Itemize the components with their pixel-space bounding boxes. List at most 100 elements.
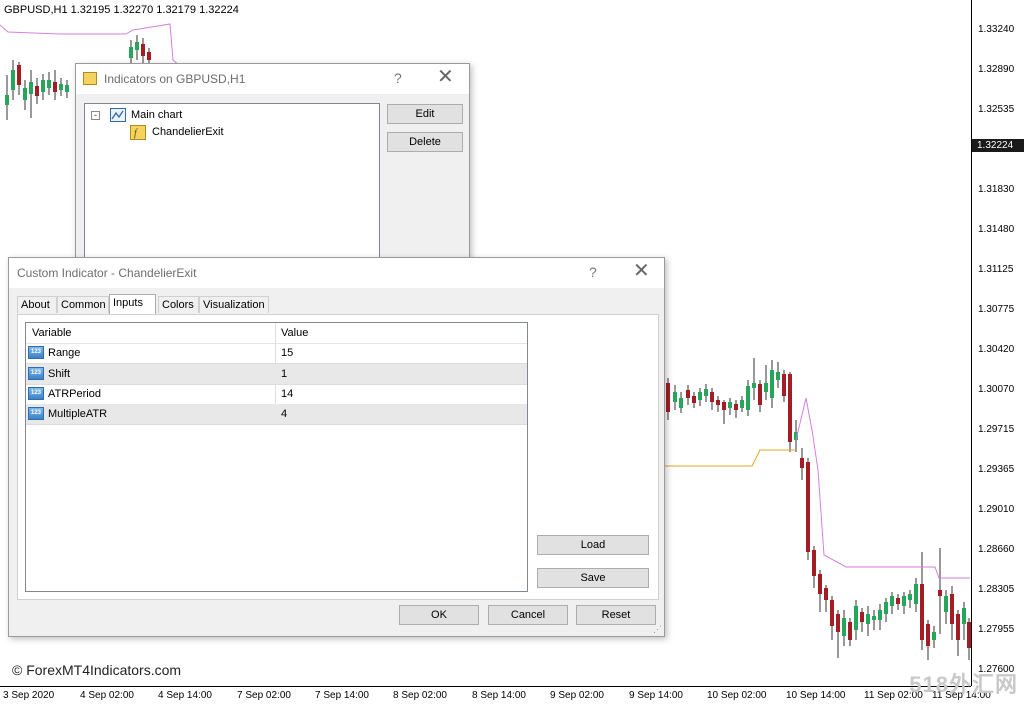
variable-name: Range xyxy=(48,347,81,359)
variable-value[interactable]: 4 xyxy=(281,408,287,420)
main-chart-icon xyxy=(110,108,126,122)
candle-body xyxy=(854,606,858,630)
candle-body xyxy=(824,588,828,600)
close-icon[interactable]: ✕ xyxy=(633,261,650,281)
tab-about[interactable]: About xyxy=(17,296,57,313)
table-row[interactable]: 123 Shift 1 xyxy=(26,364,527,385)
tree-collapse-icon[interactable]: - xyxy=(91,111,100,120)
candle-body xyxy=(836,614,840,632)
candle-body xyxy=(752,383,756,388)
candle-body xyxy=(758,384,762,405)
tab-colors[interactable]: Colors xyxy=(158,296,199,313)
candle-body xyxy=(908,594,912,600)
save-button[interactable]: Save xyxy=(537,568,649,588)
table-row[interactable]: 123 MultipleATR 4 xyxy=(26,404,527,425)
edit-button[interactable]: Edit xyxy=(387,104,463,124)
candle-body xyxy=(679,398,683,408)
tree-item-chandelier-exit[interactable]: ChandelierExit xyxy=(152,126,224,138)
candle-body xyxy=(716,400,720,405)
variable-name: MultipleATR xyxy=(48,408,108,420)
candle-body xyxy=(740,400,744,408)
candle-body xyxy=(812,550,816,576)
candle-body xyxy=(698,392,702,400)
delete-button[interactable]: Delete xyxy=(387,132,463,152)
tree-item-main-chart[interactable]: Main chart xyxy=(131,109,182,121)
ok-button[interactable]: OK xyxy=(399,605,479,625)
variable-value[interactable]: 1 xyxy=(281,368,287,380)
reset-button[interactable]: Reset xyxy=(576,605,656,625)
custom-indicator-titlebar[interactable]: Custom Indicator - ChandelierExit ? ✕ xyxy=(9,258,664,288)
variable-value[interactable]: 15 xyxy=(281,347,293,359)
candle-body xyxy=(938,590,942,596)
custom-indicator-icon: f xyxy=(130,125,146,140)
time-label: 7 Sep 14:00 xyxy=(315,690,369,701)
help-icon[interactable]: ? xyxy=(394,70,402,86)
load-button[interactable]: Load xyxy=(537,535,649,555)
price-label: 1.30775 xyxy=(978,304,1015,315)
indicators-dialog-titlebar[interactable]: Indicators on GBPUSD,H1 ? ✕ xyxy=(76,64,469,94)
candle-body xyxy=(686,390,690,398)
candle-body xyxy=(776,372,780,380)
custom-indicator-dialog: Custom Indicator - ChandelierExit ? ✕ Ab… xyxy=(8,257,665,637)
column-header-variable[interactable]: Variable xyxy=(32,327,72,339)
candle-body xyxy=(920,584,924,640)
time-label: 4 Sep 02:00 xyxy=(80,690,134,701)
time-label: 9 Sep 02:00 xyxy=(550,690,604,701)
candle-body xyxy=(800,458,804,468)
chandelier-exit-long-line xyxy=(664,449,796,467)
indicators-tree[interactable]: - Main chart f ChandelierExit xyxy=(84,103,380,265)
indicators-dialog: Indicators on GBPUSD,H1 ? ✕ - Main chart… xyxy=(75,63,470,270)
candle-body xyxy=(53,82,57,92)
candle-body xyxy=(872,616,876,620)
resize-grip-icon[interactable]: ⋰ xyxy=(653,624,662,635)
copyright-text: © ForexMT4Indicators.com xyxy=(12,662,182,678)
indicators-window-icon xyxy=(83,72,97,85)
candle-body xyxy=(902,596,906,606)
candle-body xyxy=(129,47,133,58)
time-label: 10 Sep 02:00 xyxy=(707,690,767,701)
indicators-dialog-title: Indicators on GBPUSD,H1 xyxy=(104,72,246,86)
candle-body xyxy=(35,86,39,96)
table-row[interactable]: 123 Range 15 xyxy=(26,343,527,364)
price-label: 1.30420 xyxy=(978,344,1015,355)
candle-body xyxy=(896,598,900,604)
candle-body xyxy=(764,383,768,392)
help-icon[interactable]: ? xyxy=(589,264,597,280)
candle-body xyxy=(782,374,786,396)
candle-body xyxy=(890,596,894,606)
candle-body xyxy=(884,602,888,614)
cancel-button[interactable]: Cancel xyxy=(488,605,568,625)
time-axis[interactable]: 3 Sep 2020 4 Sep 02:00 4 Sep 14:00 7 Sep… xyxy=(0,686,991,707)
candle-body xyxy=(673,392,677,402)
candle-body xyxy=(734,404,738,410)
candle-body xyxy=(23,88,27,100)
candle-body xyxy=(770,370,774,398)
table-row[interactable]: 123 ATRPeriod 14 xyxy=(26,384,527,405)
candle-body xyxy=(848,622,852,640)
tab-visualization[interactable]: Visualization xyxy=(199,296,269,313)
inputs-table[interactable]: Variable Value 123 Range 15 123 Shift 1 … xyxy=(25,322,528,592)
candle-body xyxy=(5,95,9,105)
candle-body xyxy=(746,386,750,410)
tab-inputs[interactable]: Inputs xyxy=(109,294,156,314)
time-label: 8 Sep 14:00 xyxy=(472,690,526,701)
close-icon[interactable]: ✕ xyxy=(437,67,454,87)
price-label: 1.28305 xyxy=(978,584,1015,595)
price-label: 1.27955 xyxy=(978,624,1015,635)
candle-body xyxy=(704,389,708,396)
integer-type-icon: 123 xyxy=(28,367,44,380)
column-header-value[interactable]: Value xyxy=(281,327,308,339)
candle-body xyxy=(722,402,726,410)
candle-body xyxy=(932,632,936,640)
candle-body xyxy=(17,65,21,85)
price-axis[interactable]: 1.33240 1.32890 1.32535 1.32224 1.31830 … xyxy=(971,0,1024,686)
price-label: 1.31480 xyxy=(978,224,1015,235)
chandelier-exit-short-line xyxy=(0,23,181,67)
watermark-logo: 518外汇网 xyxy=(909,672,1018,697)
current-price-label: 1.32224 xyxy=(972,139,1024,152)
integer-type-icon: 123 xyxy=(28,407,44,420)
variable-value[interactable]: 14 xyxy=(281,388,293,400)
candle-body xyxy=(41,80,45,92)
tab-common[interactable]: Common xyxy=(57,296,109,313)
candle-body xyxy=(842,618,846,636)
